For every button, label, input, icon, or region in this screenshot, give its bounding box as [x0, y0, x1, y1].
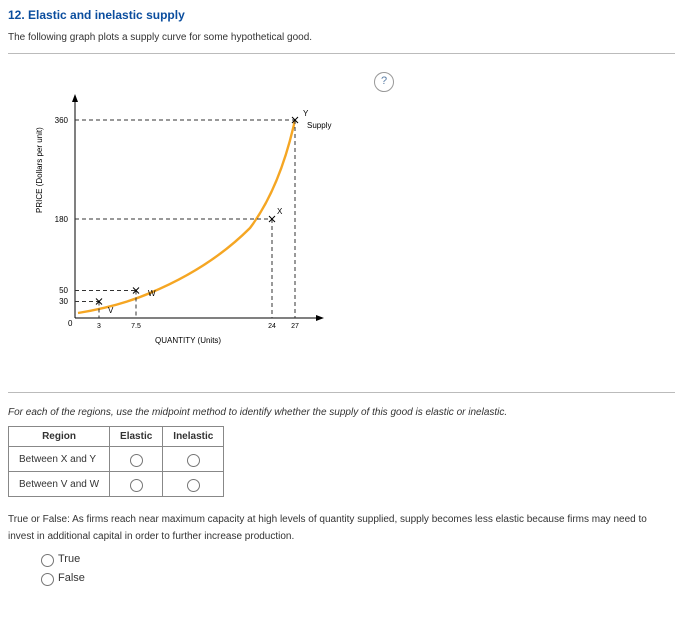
table-row: Between V and W — [9, 472, 224, 497]
svg-text:Y: Y — [303, 109, 309, 118]
col-inelastic: Inelastic — [163, 427, 224, 447]
tf-option-false[interactable]: False — [36, 570, 675, 586]
col-elastic: Elastic — [110, 427, 163, 447]
radio-true[interactable] — [41, 554, 54, 567]
svg-text:50: 50 — [59, 286, 68, 295]
svg-text:3: 3 — [97, 323, 101, 330]
row-label: Between V and W — [9, 472, 110, 497]
svg-text:V: V — [108, 306, 114, 315]
question-title: 12. Elastic and inelastic supply — [8, 8, 675, 22]
supply-chart: ? PRICE (Dollars per unit) QUANTITY (Uni… — [20, 68, 400, 378]
divider — [8, 392, 675, 393]
svg-text:X: X — [277, 207, 283, 216]
question-description: The following graph plots a supply curve… — [8, 32, 675, 43]
col-region: Region — [9, 427, 110, 447]
x-axis-label: QUANTITY (Units) — [155, 336, 221, 345]
table-row: Between X and Y — [9, 447, 224, 472]
elasticity-table: Region Elastic Inelastic Between X and Y… — [8, 426, 224, 497]
divider — [8, 53, 675, 54]
svg-text:27: 27 — [291, 323, 299, 330]
svg-text:0: 0 — [68, 319, 73, 328]
radio-vw-elastic[interactable] — [130, 479, 143, 492]
svg-text:30: 30 — [59, 297, 68, 306]
radio-vw-inelastic[interactable] — [187, 479, 200, 492]
row-label: Between X and Y — [9, 447, 110, 472]
svg-text:24: 24 — [268, 323, 276, 330]
svg-text:360: 360 — [55, 116, 69, 125]
radio-xy-inelastic[interactable] — [187, 454, 200, 467]
svg-text:W: W — [148, 289, 156, 298]
help-icon[interactable]: ? — [374, 72, 394, 92]
radio-false[interactable] — [41, 573, 54, 586]
y-axis-label: PRICE (Dollars per unit) — [35, 127, 44, 213]
svg-text:180: 180 — [55, 215, 69, 224]
table-instruction: For each of the regions, use the midpoin… — [8, 407, 675, 418]
tf-option-true[interactable]: True — [36, 551, 675, 567]
svg-text:Supply: Supply — [307, 121, 331, 130]
true-false-prompt: True or False: As firms reach near maxim… — [8, 511, 675, 545]
radio-xy-elastic[interactable] — [130, 454, 143, 467]
svg-text:7.5: 7.5 — [131, 323, 141, 330]
